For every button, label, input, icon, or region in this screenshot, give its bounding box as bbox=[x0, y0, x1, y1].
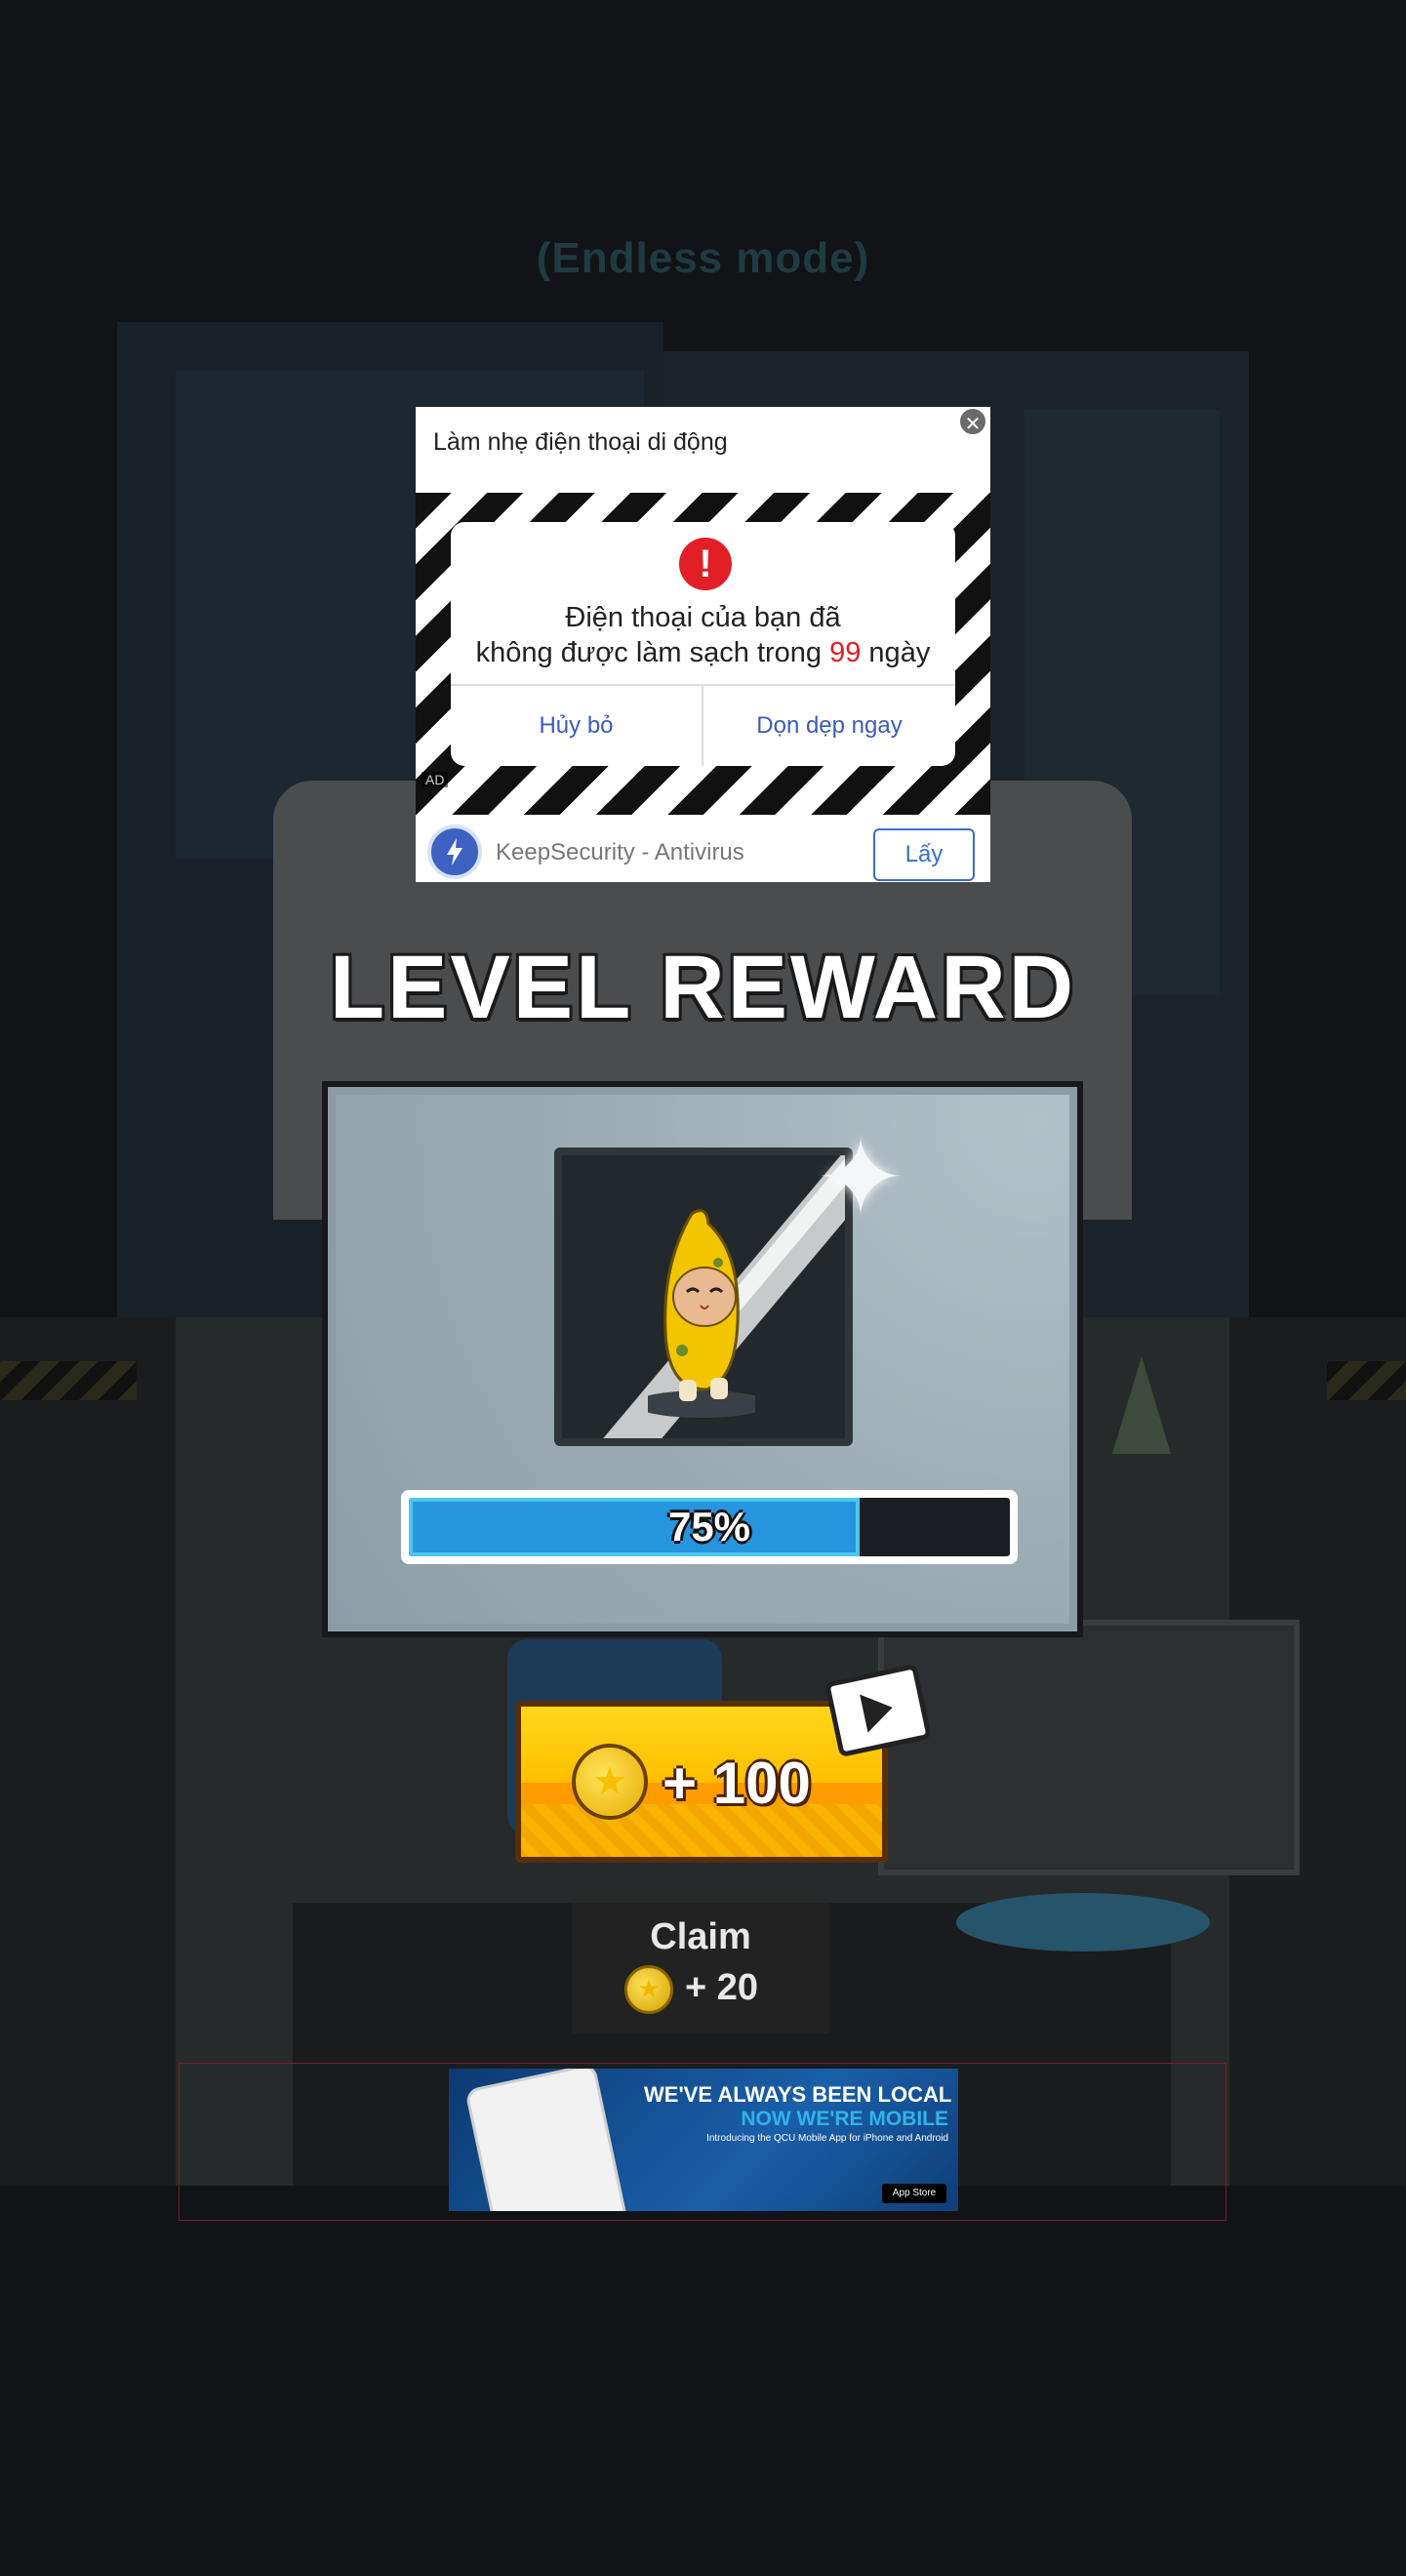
coin-icon: ★ bbox=[624, 1965, 673, 2014]
watch-reward-amount: + 100 bbox=[663, 1751, 811, 1816]
ad-cancel-button[interactable]: Hủy bỏ bbox=[451, 686, 702, 766]
progress-track: 75% bbox=[409, 1498, 1010, 1556]
ad-days-count: 99 bbox=[829, 637, 862, 668]
level-reward-title: LEVEL REWARD bbox=[329, 938, 1077, 1037]
character-portrait bbox=[554, 1147, 853, 1446]
claim-amount: + 20 bbox=[685, 1967, 759, 2008]
ad-clean-now-button[interactable]: Dọn dẹp ngay bbox=[703, 686, 955, 766]
close-icon[interactable]: ✕ bbox=[958, 407, 987, 436]
ad-message-line1: Điện thoại của bạn đã bbox=[565, 602, 841, 633]
banner-tagline: Introducing the QCU Mobile App for iPhon… bbox=[706, 2133, 948, 2144]
game-mode-title: (Endless mode) bbox=[536, 234, 870, 282]
reward-progress-bar: 75% bbox=[401, 1490, 1018, 1564]
shield-icon bbox=[427, 825, 482, 879]
banner-ad[interactable]: WE'VE ALWAYS BEEN LOCAL NOW WE'RE MOBILE… bbox=[449, 2069, 958, 2211]
banner-subheadline: NOW WE'RE MOBILE bbox=[741, 2108, 948, 2130]
claim-label: Claim bbox=[650, 1916, 751, 1957]
claim-button[interactable]: Claim ★ + 20 bbox=[572, 1899, 829, 2033]
ad-tag: AD bbox=[422, 772, 449, 787]
native-ad[interactable]: Làm nhẹ điện thoại di động ✕ ! Điện thoạ… bbox=[416, 407, 990, 882]
watch-video-reward-button[interactable]: ★ + 100 bbox=[515, 1701, 888, 1863]
ad-message-line2: không được làm sạch trong 99 ngày bbox=[475, 637, 931, 668]
coin-icon: ★ bbox=[572, 1744, 648, 1820]
ad-get-button[interactable]: Lấy bbox=[873, 828, 975, 881]
ad-app-name: KeepSecurity - Antivirus bbox=[496, 839, 744, 865]
sparkle-icon: ✦ bbox=[816, 1115, 906, 1240]
app-store-badge[interactable]: App Store bbox=[882, 2184, 946, 2203]
ad-alert-dialog[interactable]: ! Điện thoại của bạn đã không được làm s… bbox=[451, 522, 955, 766]
progress-percent: 75% bbox=[667, 1504, 751, 1550]
banana-cat-character bbox=[633, 1204, 770, 1419]
ad-title: Làm nhẹ điện thoại di động bbox=[433, 428, 728, 456]
ad-footer: KeepSecurity - Antivirus Lấy bbox=[416, 815, 990, 882]
exclamation-icon: ! bbox=[679, 538, 732, 590]
banner-headline: WE'VE ALWAYS BEEN LOCAL bbox=[644, 2082, 952, 2107]
reward-panel: ✦ 75% bbox=[322, 1081, 1083, 1637]
